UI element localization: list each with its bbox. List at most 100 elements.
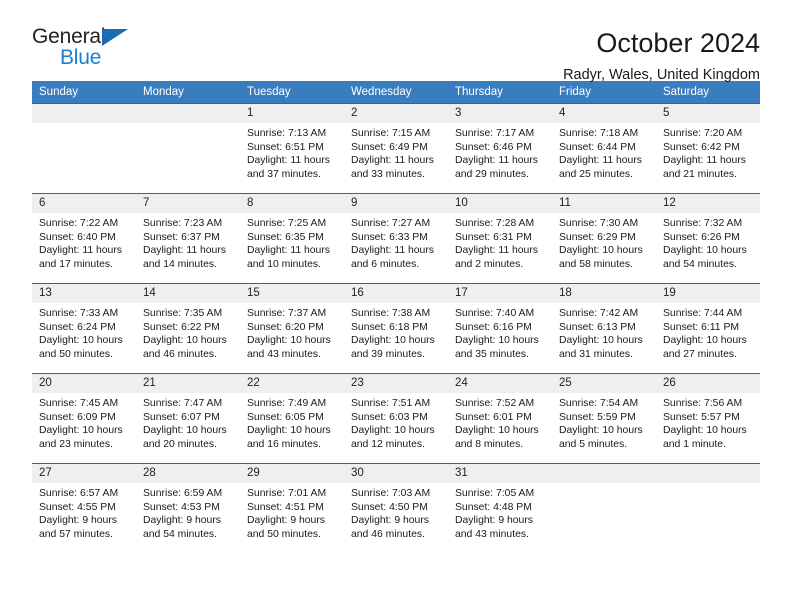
logo-text-blue: Blue: [60, 46, 102, 69]
location-subtitle: Radyr, Wales, United Kingdom: [563, 67, 760, 84]
day-number: 31: [448, 464, 552, 483]
calendar-day-cell[interactable]: 30 Sunrise: 7:03 AM Sunset: 4:50 PM Dayligh…: [344, 463, 448, 553]
day-sun-info: Sunrise: 7:30 AM Sunset: 6:29 PM Daylight:…: [552, 213, 656, 271]
day-sun-info: Sunrise: 7:42 AM Sunset: 6:13 PM Daylight:…: [552, 303, 656, 361]
day-number: 9: [344, 194, 448, 213]
day-info-line: and 50 minutes.: [39, 348, 113, 360]
calendar-day-cell[interactable]: 6 Sunrise: 7:22 AM Sunset: 6:40 PM Daylight…: [32, 193, 136, 284]
calendar-day-cell[interactable]: 4 Sunrise: 7:18 AM Sunset: 6:44 PM Daylight…: [552, 103, 656, 194]
day-info-line: Sunset: 6:40 PM: [39, 231, 116, 243]
day-info-line: Sunset: 6:13 PM: [559, 321, 636, 333]
calendar-day-cell[interactable]: 22 Sunrise: 7:49 AM Sunset: 6:05 PM Dayligh…: [240, 373, 344, 464]
day-info-line: Daylight: 10 hours: [247, 425, 331, 437]
day-sun-info: Sunrise: 7:18 AM Sunset: 6:44 PM Daylight:…: [552, 123, 656, 181]
day-sun-info: Sunrise: 7:54 AM Sunset: 5:59 PM Daylight:…: [552, 393, 656, 451]
day-info-line: Sunset: 5:59 PM: [559, 411, 636, 423]
day-info-line: Daylight: 10 hours: [351, 335, 435, 347]
day-info-line: Sunrise: 7:13 AM: [247, 128, 327, 139]
calendar-day-cell[interactable]: 24 Sunrise: 7:52 AM Sunset: 6:01 PM Dayligh…: [448, 373, 552, 464]
calendar-day-cell[interactable]: 21 Sunrise: 7:47 AM Sunset: 6:07 PM Dayligh…: [136, 373, 240, 464]
calendar-header-row: Sunday Monday Tuesday Wednesday Thursday Frid…: [32, 81, 760, 104]
day-info-line: and 43 minutes.: [455, 528, 529, 540]
calendar-day-cell[interactable]: 25 Sunrise: 7:54 AM Sunset: 5:59 PM Dayligh…: [552, 373, 656, 464]
day-info-line: Sunrise: 7:47 AM: [143, 398, 223, 409]
day-sun-info: Sunrise: 7:15 AM Sunset: 6:49 PM Daylight:…: [344, 123, 448, 181]
generalblue-logo[interactable]: General Blue: [32, 26, 152, 72]
day-info-line: Sunrise: 7:22 AM: [39, 218, 119, 229]
day-info-line: Daylight: 10 hours: [143, 425, 227, 437]
calendar-day-cell[interactable]: 23 Sunrise: 7:51 AM Sunset: 6:03 PM Dayligh…: [344, 373, 448, 464]
calendar-day-cell[interactable]: 3 Sunrise: 7:17 AM Sunset: 6:46 PM Daylight…: [448, 103, 552, 194]
calendar-day-cell[interactable]: 10 Sunrise: 7:28 AM Sunset: 6:31 PM Dayligh…: [448, 193, 552, 284]
calendar-day-cell[interactable]: 29 Sunrise: 7:01 AM Sunset: 4:51 PM Dayligh…: [240, 463, 344, 553]
day-info-line: Sunset: 6:44 PM: [559, 141, 636, 153]
day-info-line: and 1 minute.: [663, 438, 726, 450]
calendar-day-cell[interactable]: 26 Sunrise: 7:56 AM Sunset: 5:57 PM Dayligh…: [656, 373, 760, 464]
day-info-line: Sunrise: 7:23 AM: [143, 218, 223, 229]
day-number: 4: [552, 104, 656, 123]
day-number: 24: [448, 374, 552, 393]
day-number: 5: [656, 104, 760, 123]
calendar-day-cell[interactable]: 1 Sunrise: 7:13 AM Sunset: 6:51 PM Daylight…: [240, 103, 344, 194]
calendar-day-cell[interactable]: 2 Sunrise: 7:15 AM Sunset: 6:49 PM Daylight…: [344, 103, 448, 194]
calendar-day-cell[interactable]: 18 Sunrise: 7:42 AM Sunset: 6:13 PM Dayligh…: [552, 283, 656, 374]
day-info-line: Sunrise: 7:45 AM: [39, 398, 119, 409]
day-info-line: Daylight: 10 hours: [455, 335, 539, 347]
day-info-line: Sunrise: 6:59 AM: [143, 488, 223, 499]
day-info-line: and 31 minutes.: [559, 348, 633, 360]
calendar-day-cell[interactable]: 16 Sunrise: 7:38 AM Sunset: 6:18 PM Dayligh…: [344, 283, 448, 374]
day-info-line: and 58 minutes.: [559, 258, 633, 270]
day-info-line: and 33 minutes.: [351, 168, 425, 180]
day-info-line: Sunset: 6:24 PM: [39, 321, 116, 333]
calendar-day-cell-empty: [552, 463, 656, 553]
day-info-line: Sunrise: 7:44 AM: [663, 308, 743, 319]
calendar-day-cell[interactable]: 19 Sunrise: 7:44 AM Sunset: 6:11 PM Dayligh…: [656, 283, 760, 374]
title-block: October 2024 Radyr, Wales, United Kingdo…: [563, 26, 760, 83]
calendar-day-cell[interactable]: 7 Sunrise: 7:23 AM Sunset: 6:37 PM Daylight…: [136, 193, 240, 284]
day-info-line: Daylight: 11 hours: [351, 155, 434, 167]
day-number: 18: [552, 284, 656, 303]
calendar-day-cell[interactable]: 20 Sunrise: 7:45 AM Sunset: 6:09 PM Dayligh…: [32, 373, 136, 464]
day-sun-info: Sunrise: 7:22 AM Sunset: 6:40 PM Daylight:…: [32, 213, 136, 271]
day-info-line: Sunrise: 7:51 AM: [351, 398, 431, 409]
day-info-line: Sunset: 6:33 PM: [351, 231, 428, 243]
day-sun-info: Sunrise: 7:01 AM Sunset: 4:51 PM Daylight:…: [240, 483, 344, 541]
calendar-day-cell[interactable]: 13 Sunrise: 7:33 AM Sunset: 6:24 PM Dayligh…: [32, 283, 136, 374]
day-number: 14: [136, 284, 240, 303]
day-info-line: Daylight: 10 hours: [247, 335, 331, 347]
day-info-line: Sunrise: 7:40 AM: [455, 308, 535, 319]
calendar-day-cell[interactable]: 27 Sunrise: 6:57 AM Sunset: 4:55 PM Dayligh…: [32, 463, 136, 553]
calendar-day-cell[interactable]: 14 Sunrise: 7:35 AM Sunset: 6:22 PM Dayligh…: [136, 283, 240, 374]
day-info-line: Daylight: 9 hours: [143, 515, 221, 527]
day-sun-info: Sunrise: 7:37 AM Sunset: 6:20 PM Daylight:…: [240, 303, 344, 361]
day-info-line: Daylight: 9 hours: [351, 515, 429, 527]
day-info-line: and 25 minutes.: [559, 168, 633, 180]
day-sun-info: Sunrise: 7:28 AM Sunset: 6:31 PM Daylight:…: [448, 213, 552, 271]
day-info-line: Sunset: 6:07 PM: [143, 411, 220, 423]
day-info-line: Sunset: 6:01 PM: [455, 411, 532, 423]
calendar-day-cell[interactable]: 17 Sunrise: 7:40 AM Sunset: 6:16 PM Dayligh…: [448, 283, 552, 374]
day-info-line: and 54 minutes.: [143, 528, 217, 540]
day-info-line: and 21 minutes.: [663, 168, 737, 180]
day-info-line: and 20 minutes.: [143, 438, 217, 450]
day-info-line: Sunrise: 6:57 AM: [39, 488, 119, 499]
day-info-line: Sunrise: 7:38 AM: [351, 308, 431, 319]
calendar-day-cell[interactable]: 12 Sunrise: 7:32 AM Sunset: 6:26 PM Dayligh…: [656, 193, 760, 284]
day-number: 11: [552, 194, 656, 213]
day-info-line: Sunrise: 7:03 AM: [351, 488, 431, 499]
calendar-day-cell[interactable]: 11 Sunrise: 7:30 AM Sunset: 6:29 PM Dayligh…: [552, 193, 656, 284]
calendar-day-cell[interactable]: 15 Sunrise: 7:37 AM Sunset: 6:20 PM Dayligh…: [240, 283, 344, 374]
calendar-day-cell[interactable]: 8 Sunrise: 7:25 AM Sunset: 6:35 PM Daylight…: [240, 193, 344, 284]
day-number: 25: [552, 374, 656, 393]
day-number: 26: [656, 374, 760, 393]
day-number: 2: [344, 104, 448, 123]
weekday-header-monday: Monday: [136, 81, 240, 104]
calendar-day-cell[interactable]: 28 Sunrise: 6:59 AM Sunset: 4:53 PM Dayligh…: [136, 463, 240, 553]
day-info-line: and 23 minutes.: [39, 438, 113, 450]
day-sun-info: Sunrise: 6:59 AM Sunset: 4:53 PM Daylight:…: [136, 483, 240, 541]
day-info-line: Sunset: 6:37 PM: [143, 231, 220, 243]
calendar-day-cell[interactable]: 9 Sunrise: 7:27 AM Sunset: 6:33 PM Daylight…: [344, 193, 448, 284]
day-info-line: and 14 minutes.: [143, 258, 217, 270]
calendar-day-cell[interactable]: 5 Sunrise: 7:20 AM Sunset: 6:42 PM Daylight…: [656, 103, 760, 194]
calendar-day-cell[interactable]: 31 Sunrise: 7:05 AM Sunset: 4:48 PM Dayligh…: [448, 463, 552, 553]
